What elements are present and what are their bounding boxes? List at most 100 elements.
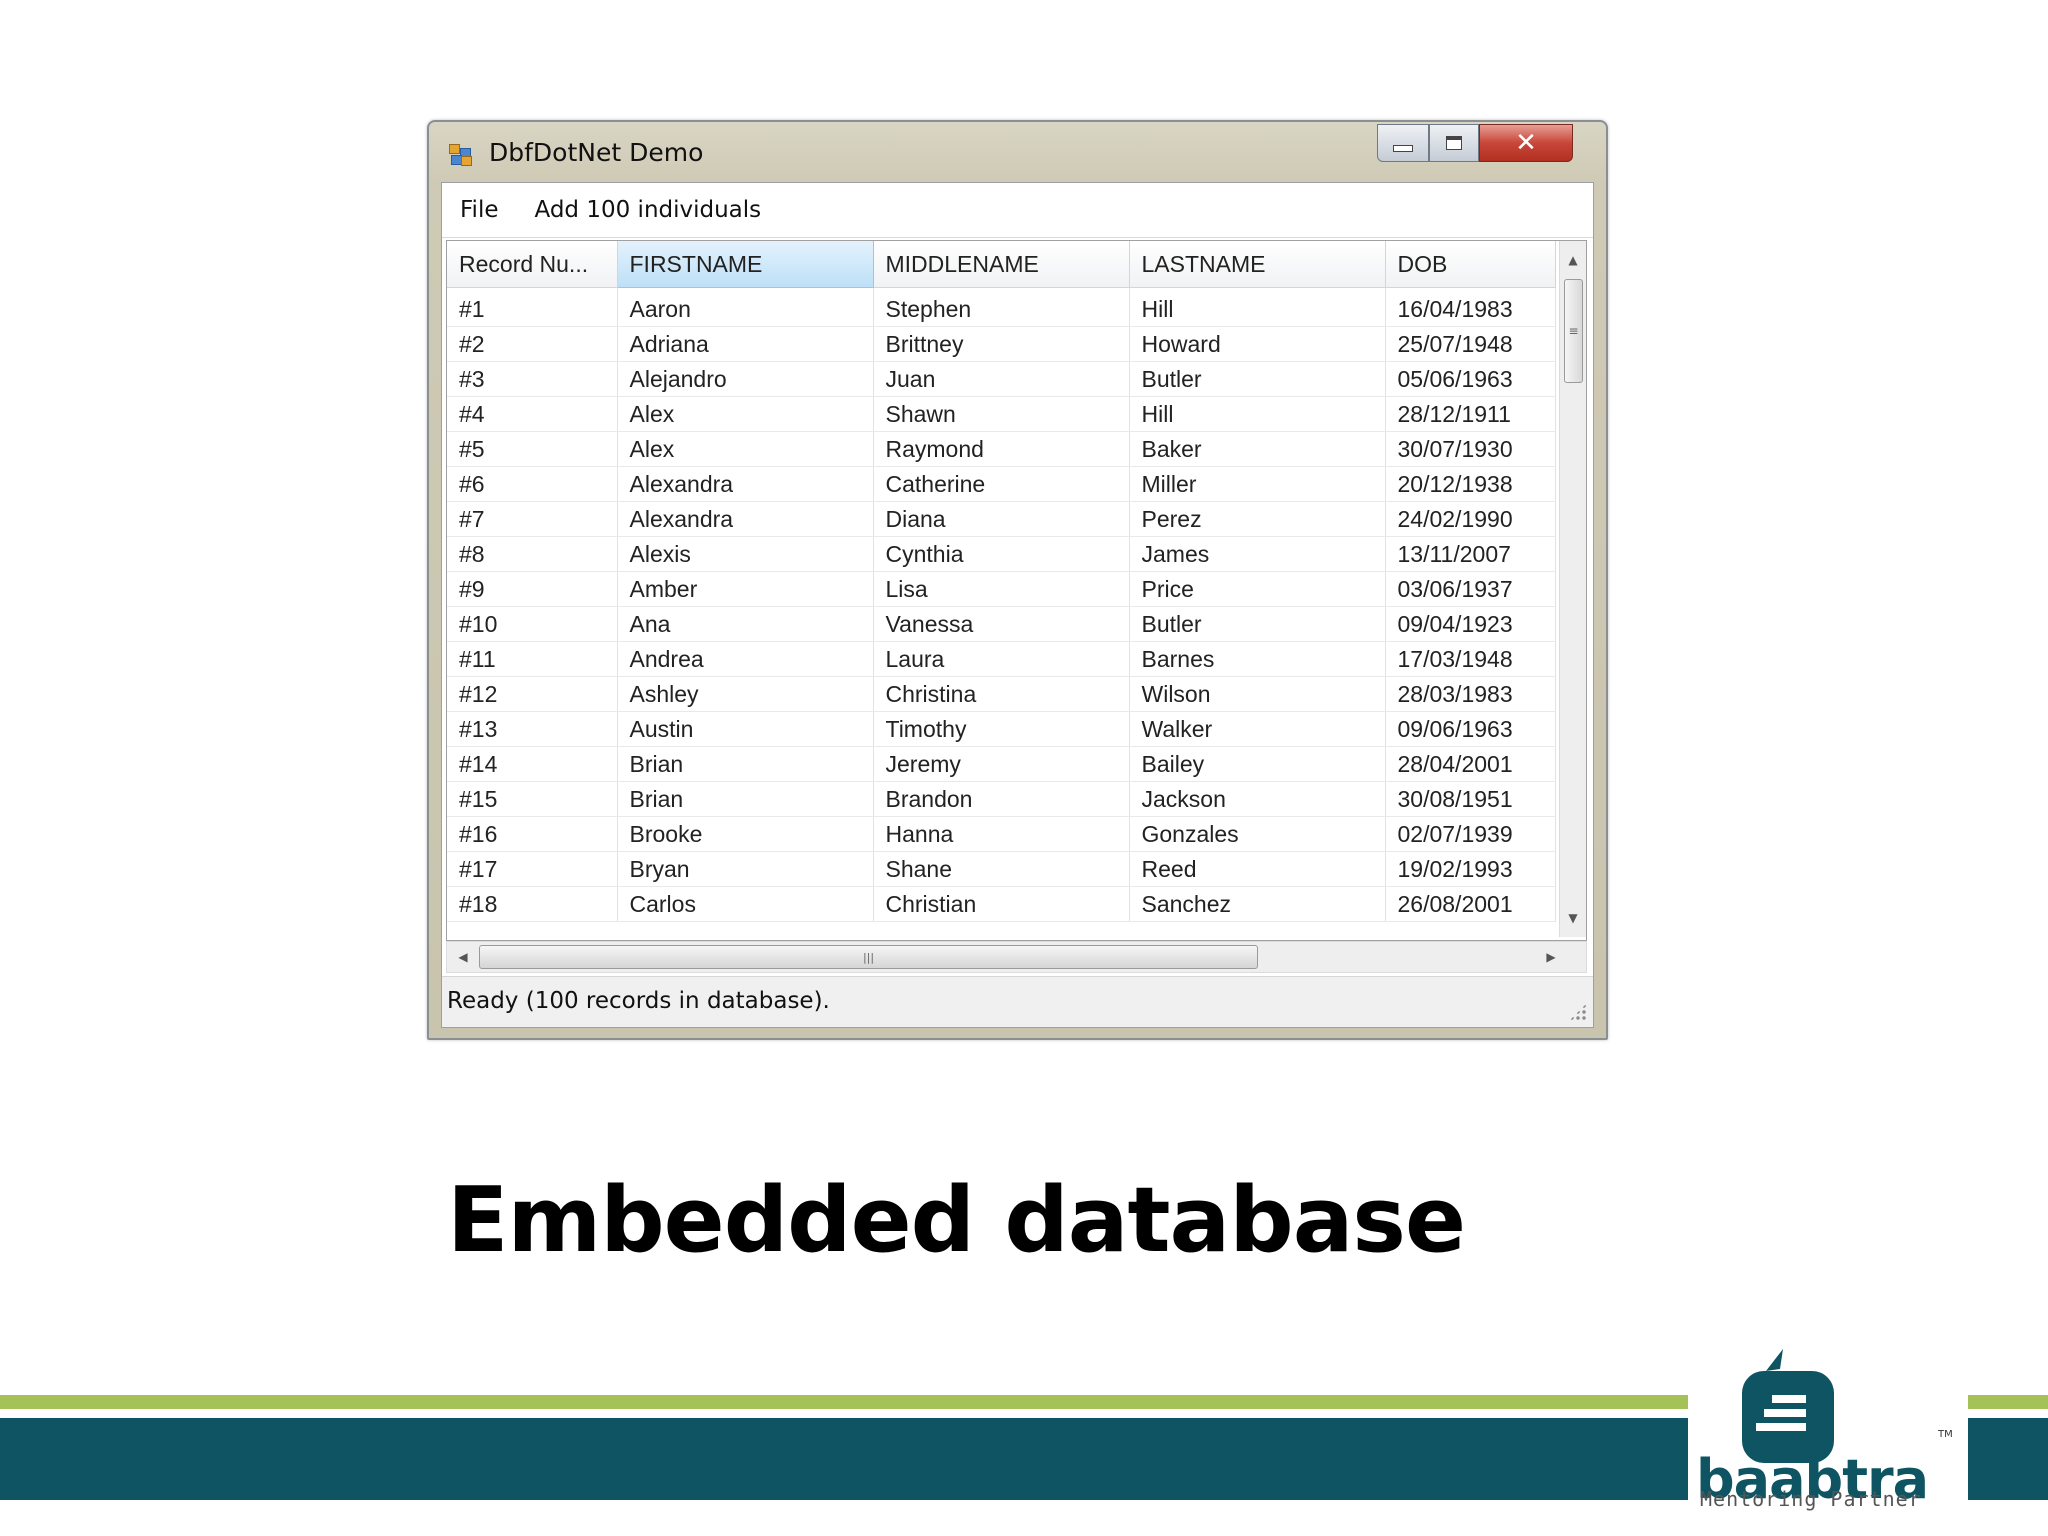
cell-middlename[interactable]: Stephen [873,287,1130,327]
cell-lastname[interactable]: Gonzales [1129,816,1386,852]
arrow-down-icon[interactable]: ▼ [1560,905,1586,931]
cell-firstname[interactable]: Alex [617,396,874,432]
cell-dob[interactable]: 30/08/1951 [1385,781,1556,817]
arrow-up-icon[interactable]: ▲ [1560,247,1586,273]
cell-dob[interactable]: 09/04/1923 [1385,606,1556,642]
cell-record-number[interactable]: #15 [447,781,618,817]
cell-record-number[interactable]: #16 [447,816,618,852]
cell-firstname[interactable]: Andrea [617,641,874,677]
cell-lastname[interactable]: Bailey [1129,746,1386,782]
table-row[interactable]: #6 Alexandra Catherine Miller 20/12/1938 [447,466,1556,502]
cell-firstname[interactable]: Ashley [617,676,874,712]
cell-middlename[interactable]: Timothy [873,711,1130,747]
maximize-button[interactable] [1429,124,1479,162]
horizontal-scroll-thumb[interactable]: ||| [479,945,1258,969]
cell-record-number[interactable]: #12 [447,676,618,712]
cell-dob[interactable]: 24/02/1990 [1385,501,1556,537]
table-row[interactable]: #7 Alexandra Diana Perez 24/02/1990 [447,501,1556,537]
cell-firstname[interactable]: Aaron [617,287,874,327]
arrow-left-icon[interactable]: ◀ [449,942,477,972]
cell-dob[interactable]: 28/04/2001 [1385,746,1556,782]
table-row[interactable]: #14 Brian Jeremy Bailey 28/04/2001 [447,746,1556,782]
cell-middlename[interactable]: Catherine [873,466,1130,502]
app-icon[interactable] [449,144,472,166]
cell-firstname[interactable]: Alejandro [617,361,874,397]
cell-firstname[interactable]: Alex [617,431,874,467]
cell-middlename[interactable]: Brandon [873,781,1130,817]
cell-lastname[interactable]: Hill [1129,287,1386,327]
table-row[interactable]: #10 Ana Vanessa Butler 09/04/1923 [447,606,1556,642]
cell-dob[interactable]: 20/12/1938 [1385,466,1556,502]
cell-lastname[interactable]: Baker [1129,431,1386,467]
cell-record-number[interactable]: #11 [447,641,618,677]
cell-dob[interactable]: 25/07/1948 [1385,326,1556,362]
cell-lastname[interactable]: Butler [1129,361,1386,397]
cell-firstname[interactable]: Amber [617,571,874,607]
table-row[interactable]: #18 Carlos Christian Sanchez 26/08/2001 [447,886,1556,922]
cell-dob[interactable]: 19/02/1993 [1385,851,1556,887]
table-row[interactable]: #8 Alexis Cynthia James 13/11/2007 [447,536,1556,572]
cell-middlename[interactable]: Raymond [873,431,1130,467]
cell-firstname[interactable]: Brian [617,781,874,817]
cell-middlename[interactable]: Christina [873,676,1130,712]
menu-file[interactable]: File [460,197,499,223]
cell-middlename[interactable]: Christian [873,886,1130,922]
cell-record-number[interactable]: #4 [447,396,618,432]
vertical-scrollbar[interactable]: ▲ ≡ ▼ [1559,241,1586,937]
cell-dob[interactable]: 05/06/1963 [1385,361,1556,397]
cell-lastname[interactable]: Barnes [1129,641,1386,677]
cell-middlename[interactable]: Hanna [873,816,1130,852]
cell-firstname[interactable]: Alexandra [617,466,874,502]
cell-dob[interactable]: 13/11/2007 [1385,536,1556,572]
cell-record-number[interactable]: #10 [447,606,618,642]
close-button[interactable]: ✕ [1479,124,1573,162]
resize-grip-icon[interactable] [1569,1003,1587,1021]
table-row[interactable]: #4 Alex Shawn Hill 28/12/1911 [447,396,1556,432]
cell-record-number[interactable]: #8 [447,536,618,572]
cell-lastname[interactable]: Wilson [1129,676,1386,712]
cell-dob[interactable]: 28/12/1911 [1385,396,1556,432]
cell-record-number[interactable]: #5 [447,431,618,467]
cell-dob[interactable]: 09/06/1963 [1385,711,1556,747]
table-row[interactable]: #11 Andrea Laura Barnes 17/03/1948 [447,641,1556,677]
cell-middlename[interactable]: Laura [873,641,1130,677]
cell-firstname[interactable]: Alexis [617,536,874,572]
table-row[interactable]: #12 Ashley Christina Wilson 28/03/1983 [447,676,1556,712]
horizontal-scrollbar[interactable]: ◀ ||| ▶ [446,941,1587,973]
minimize-button[interactable] [1377,124,1429,162]
title-bar[interactable]: DbfDotNet Demo ✕ [429,122,1606,182]
cell-dob[interactable]: 30/07/1930 [1385,431,1556,467]
cell-lastname[interactable]: Perez [1129,501,1386,537]
arrow-right-icon[interactable]: ▶ [1537,942,1565,972]
cell-firstname[interactable]: Adriana [617,326,874,362]
cell-lastname[interactable]: Butler [1129,606,1386,642]
cell-firstname[interactable]: Ana [617,606,874,642]
cell-record-number[interactable]: #1 [447,287,618,327]
table-row[interactable]: #13 Austin Timothy Walker 09/06/1963 [447,711,1556,747]
cell-middlename[interactable]: Shawn [873,396,1130,432]
cell-lastname[interactable]: James [1129,536,1386,572]
cell-firstname[interactable]: Brooke [617,816,874,852]
table-row[interactable]: #2 Adriana Brittney Howard 25/07/1948 [447,326,1556,362]
cell-middlename[interactable]: Brittney [873,326,1130,362]
cell-record-number[interactable]: #13 [447,711,618,747]
cell-record-number[interactable]: #7 [447,501,618,537]
cell-middlename[interactable]: Diana [873,501,1130,537]
vertical-scroll-thumb[interactable]: ≡ [1564,279,1583,383]
cell-lastname[interactable]: Walker [1129,711,1386,747]
table-row[interactable]: #3 Alejandro Juan Butler 05/06/1963 [447,361,1556,397]
cell-firstname[interactable]: Brian [617,746,874,782]
cell-record-number[interactable]: #6 [447,466,618,502]
cell-lastname[interactable]: Hill [1129,396,1386,432]
cell-middlename[interactable]: Vanessa [873,606,1130,642]
cell-record-number[interactable]: #14 [447,746,618,782]
cell-lastname[interactable]: Jackson [1129,781,1386,817]
cell-record-number[interactable]: #3 [447,361,618,397]
cell-middlename[interactable]: Cynthia [873,536,1130,572]
cell-dob[interactable]: 28/03/1983 [1385,676,1556,712]
column-header-record-number[interactable]: Record Nu... [447,241,618,288]
table-row[interactable]: #9 Amber Lisa Price 03/06/1937 [447,571,1556,607]
cell-lastname[interactable]: Reed [1129,851,1386,887]
cell-firstname[interactable]: Carlos [617,886,874,922]
cell-lastname[interactable]: Price [1129,571,1386,607]
